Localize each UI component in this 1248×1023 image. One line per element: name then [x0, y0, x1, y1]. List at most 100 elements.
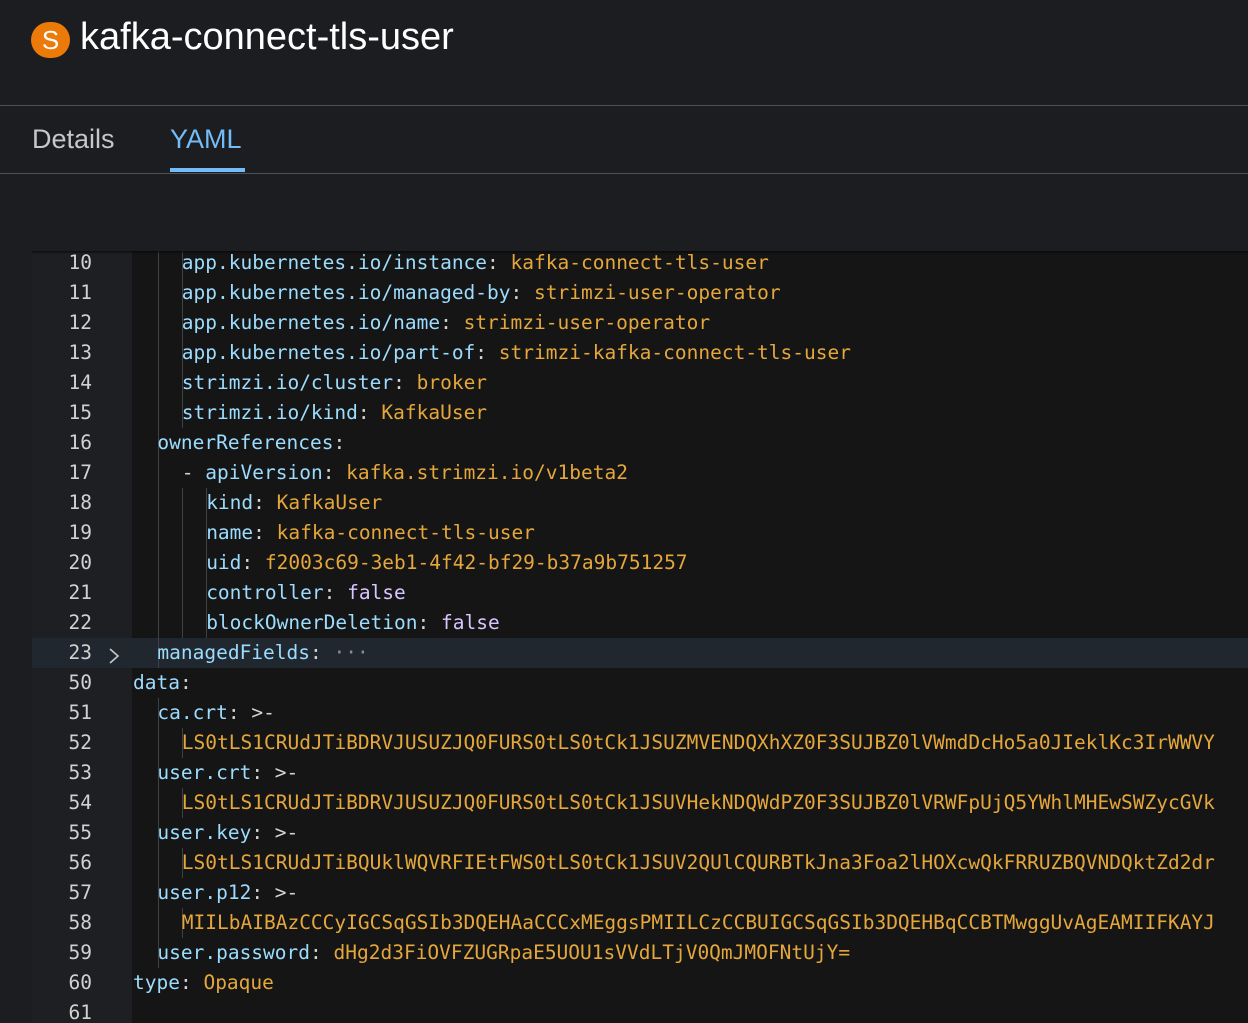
indent-guide: [158, 608, 159, 638]
code-line[interactable]: 20 uid: f2003c69-3eb1-4f42-bf29-b37a9b751…: [32, 548, 1248, 578]
yaml-editor[interactable]: 10 app.kubernetes.io/instance: kafka-conn…: [32, 251, 1248, 1023]
yaml-key: user.key: [157, 821, 252, 844]
tab-details[interactable]: Details: [32, 122, 115, 156]
line-number: 50: [68, 671, 92, 694]
line-number: 13: [68, 341, 92, 364]
yaml-key: apiVersion: [205, 461, 323, 484]
indent-guide: [182, 518, 183, 548]
code-line[interactable]: 18 kind: KafkaUser: [32, 488, 1248, 518]
indent-guide: [158, 278, 159, 308]
yaml-value: broker: [416, 371, 488, 394]
indent-guide: [158, 788, 159, 818]
yaml-value: >-: [274, 821, 299, 844]
yaml-separator: :: [487, 251, 511, 274]
code-line[interactable]: 50 data:: [32, 668, 1248, 698]
indent-guide: [158, 728, 159, 758]
yaml-value: strimzi-kafka-connect-tls-user: [498, 341, 851, 364]
chevron-right-icon[interactable]: [106, 644, 122, 664]
yaml-key: user.password: [157, 941, 311, 964]
yaml-separator: :: [251, 881, 275, 904]
yaml-separator: :: [393, 371, 417, 394]
code-line[interactable]: 11 app.kubernetes.io/managed-by: strimzi-…: [32, 278, 1248, 308]
code-line[interactable]: 21 controller: false: [32, 578, 1248, 608]
code-line[interactable]: 10 app.kubernetes.io/instance: kafka-conn…: [32, 251, 1248, 278]
yaml-separator: :: [179, 971, 204, 994]
yaml-key: controller: [206, 581, 324, 604]
yaml-value: dHg2d3FiOVFZUGRpaE5UOU1sVVdLTjV0QmJMOFNt…: [333, 941, 851, 964]
code-line[interactable]: 14 strimzi.io/cluster: broker: [32, 368, 1248, 398]
yaml-separator: :: [241, 551, 265, 574]
line-number: 60: [68, 971, 92, 994]
yaml-value: f2003c69-3eb1-4f42-bf29-b37a9b751257: [264, 551, 688, 574]
active-tab-indicator: [170, 168, 245, 172]
code-line[interactable]: 16 ownerReferences:: [32, 428, 1248, 458]
code-line[interactable]: 59 user.password: dHg2d3FiOVFZUGRpaE5UOU1…: [32, 938, 1248, 968]
indent-guide: [158, 908, 159, 938]
indent-guide: [182, 488, 183, 518]
line-number: 52: [68, 731, 92, 754]
line-number: 58: [68, 911, 92, 934]
code-text: app.kubernetes.io/managed-by: strimzi-us…: [182, 278, 781, 308]
code-line[interactable]: 54 LS0tLS1CRUdJTiBDRVJUSUZJQ0FURS0tLS0tCk…: [32, 788, 1248, 818]
line-number: 19: [68, 521, 92, 544]
yaml-value: >-: [274, 881, 299, 904]
line-number: 15: [68, 401, 92, 424]
yaml-key: user.p12: [157, 881, 252, 904]
code-line[interactable]: 23 managedFields: ···: [32, 638, 1248, 668]
code-text: user.crt: >-: [157, 758, 298, 788]
code-line[interactable]: 17 - apiVersion: kafka.strimzi.io/v1beta2: [32, 458, 1248, 488]
line-number: 53: [68, 761, 92, 784]
code-text: ca.crt: >-: [157, 698, 274, 728]
code-line[interactable]: 19 name: kafka-connect-tls-user: [32, 518, 1248, 548]
yaml-key: app.kubernetes.io/part-of: [181, 341, 476, 364]
code-line[interactable]: 55 user.key: >-: [32, 818, 1248, 848]
code-text: LS0tLS1CRUdJTiBDRVJUSUZJQ0FURS0tLS0tCk1J…: [182, 728, 1215, 758]
code-line[interactable]: 57 user.p12: >-: [32, 878, 1248, 908]
tab-yaml[interactable]: YAML: [170, 122, 242, 156]
editor-top-shadow: [32, 251, 1248, 254]
folded-ellipsis[interactable]: ···: [322, 641, 369, 664]
yaml-value: false: [347, 581, 406, 604]
code-line[interactable]: 56 LS0tLS1CRUdJTiBQUklWQVRFIEtFWS0tLS0tCk…: [32, 848, 1248, 878]
yaml-value: LS0tLS1CRUdJTiBQUklWQVRFIEtFWS0tLS0tCk1J…: [181, 851, 1215, 874]
line-number: 57: [68, 881, 92, 904]
yaml-separator: :: [310, 641, 322, 664]
yaml-value: KafkaUser: [381, 401, 488, 424]
page-title: kafka-connect-tls-user: [80, 16, 454, 58]
code-text: strimzi.io/kind: KafkaUser: [182, 398, 487, 428]
code-line[interactable]: 12 app.kubernetes.io/name: strimzi-user-o…: [32, 308, 1248, 338]
code-line[interactable]: 60 type: Opaque: [32, 968, 1248, 998]
code-line[interactable]: 15 strimzi.io/kind: KafkaUser: [32, 398, 1248, 428]
code-text: ownerReferences:: [157, 428, 345, 458]
code-text: type: Opaque: [133, 968, 274, 998]
yaml-value: >-: [251, 701, 275, 724]
yaml-separator: :: [251, 761, 275, 784]
yaml-separator: :: [323, 581, 348, 604]
code-text: name: kafka-connect-tls-user: [206, 518, 535, 548]
indent-guide: [158, 251, 159, 278]
yaml-value: MIILbAIBAzCCCyIGCSqGSIb3DQEHAaCCCxMEggsP…: [181, 911, 1215, 934]
yaml-separator: :: [475, 341, 499, 364]
code-line[interactable]: 13 app.kubernetes.io/part-of: strimzi-kaf…: [32, 338, 1248, 368]
list-dash: -: [181, 461, 206, 484]
yaml-key: name: [206, 521, 254, 544]
code-line[interactable]: 61: [32, 998, 1248, 1023]
code-line[interactable]: 22 blockOwnerDeletion: false: [32, 608, 1248, 638]
yaml-value: LS0tLS1CRUdJTiBDRVJUSUZJQ0FURS0tLS0tCk1J…: [181, 791, 1215, 814]
line-number: 59: [68, 941, 92, 964]
line-number: 21: [68, 581, 92, 604]
yaml-key: strimzi.io/kind: [181, 401, 358, 424]
tab-bar: Details YAML: [0, 106, 1248, 174]
code-text: app.kubernetes.io/name: strimzi-user-ope…: [182, 308, 710, 338]
code-text: LS0tLS1CRUdJTiBQUklWQVRFIEtFWS0tLS0tCk1J…: [182, 848, 1215, 878]
code-line[interactable]: 58 MIILbAIBAzCCCyIGCSqGSIb3DQEHAaCCCxMEgg…: [32, 908, 1248, 938]
code-text: data:: [133, 668, 192, 698]
code-line[interactable]: 51 ca.crt: >-: [32, 698, 1248, 728]
yaml-separator: :: [333, 431, 346, 454]
yaml-key: ownerReferences: [157, 431, 334, 454]
indent-guide: [158, 458, 159, 488]
code-line[interactable]: 53 user.crt: >-: [32, 758, 1248, 788]
resource-kind-badge: S: [31, 22, 70, 58]
code-text: app.kubernetes.io/part-of: strimzi-kafka…: [182, 338, 851, 368]
code-line[interactable]: 52 LS0tLS1CRUdJTiBDRVJUSUZJQ0FURS0tLS0tCk…: [32, 728, 1248, 758]
